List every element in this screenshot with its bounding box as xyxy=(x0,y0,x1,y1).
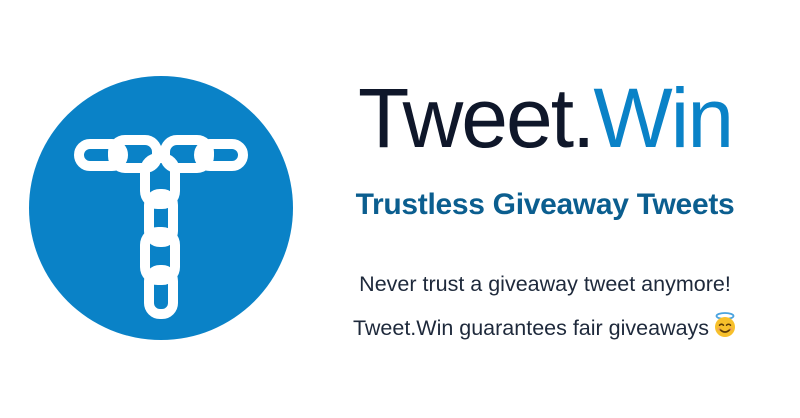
description-line-2-text: Tweet.Win guarantees fair giveaways xyxy=(352,316,710,340)
brand-title: Tweet.Win xyxy=(300,70,790,166)
chain-t-logo xyxy=(29,76,293,340)
brand-title-part1: Tweet. xyxy=(357,71,595,165)
description-line-2: Tweet.Win guarantees fair giveaways xyxy=(300,312,790,341)
description-line-1: Never trust a giveaway tweet anymore! xyxy=(359,272,731,296)
brand-title-part2: Win xyxy=(593,71,734,165)
tagline: Trustless Giveaway Tweets xyxy=(355,188,735,221)
smiling-face-with-halo-icon xyxy=(715,312,736,337)
